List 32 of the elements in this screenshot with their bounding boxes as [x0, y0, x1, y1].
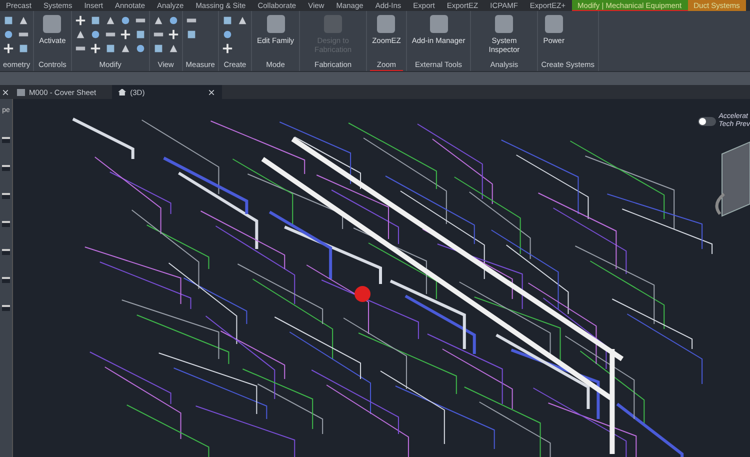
tool-icon[interactable] [120, 15, 131, 26]
tool-icon[interactable] [222, 29, 233, 40]
tool-icon[interactable] [3, 43, 14, 54]
tool-icon[interactable] [186, 29, 197, 40]
toggle-switch[interactable] [698, 116, 716, 126]
tool-icon[interactable] [104, 43, 116, 54]
tool-icon[interactable] [90, 15, 101, 26]
tool-icon[interactable] [134, 29, 146, 40]
tool-icon[interactable] [222, 15, 233, 26]
tool-icon[interactable] [74, 15, 86, 26]
tool-icon[interactable] [134, 43, 146, 54]
close-icon[interactable] [208, 90, 214, 94]
tool-icon[interactable] [90, 43, 101, 54]
tool-icon[interactable] [152, 15, 164, 26]
tool-icon[interactable] [222, 43, 233, 54]
close-icon[interactable] [3, 90, 8, 94]
tool-icon[interactable] [120, 43, 131, 54]
tool-icon[interactable] [168, 15, 179, 26]
tool-icon[interactable] [74, 29, 86, 40]
sheet-icon [17, 88, 25, 96]
tool-icon[interactable] [168, 43, 179, 54]
tool-icon[interactable] [236, 15, 248, 26]
tool-icon[interactable] [3, 15, 14, 26]
house-icon [118, 88, 126, 96]
tool-icon[interactable] [104, 15, 116, 26]
tool-icon[interactable] [152, 43, 164, 54]
tool-icon[interactable] [120, 29, 131, 40]
tool-icon[interactable] [168, 29, 179, 40]
tool-icon[interactable] [3, 29, 14, 40]
tool-icon[interactable] [90, 29, 101, 40]
tool-icon[interactable] [18, 43, 29, 54]
tool-icon[interactable] [18, 15, 29, 26]
